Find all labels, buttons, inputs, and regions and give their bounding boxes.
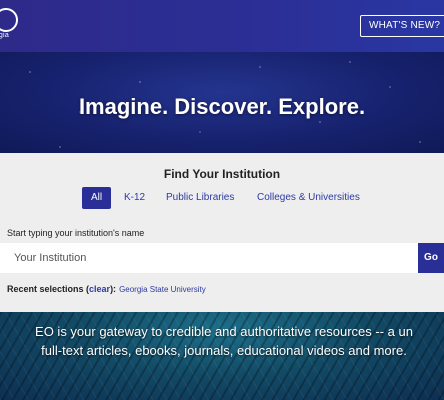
- finder-title: Find Your Institution: [163, 167, 281, 181]
- hero-banner: Imagine. Discover. Explore.: [0, 52, 444, 153]
- recent-label: Recent selections (: [7, 284, 90, 294]
- recent-selections: Recent selections (clear): Georgia State …: [7, 284, 206, 294]
- top-bar: orgia WHAT'S NEW?: [0, 0, 444, 52]
- tab-colleges-universities[interactable]: Colleges & Universities: [257, 187, 360, 209]
- description-line-2: full-text articles, ebooks, journals, ed…: [41, 343, 407, 358]
- institution-search-input[interactable]: [0, 243, 418, 273]
- clear-recent-link[interactable]: clear: [89, 284, 110, 294]
- institution-finder: Find Your Institution All K-12 Public Li…: [0, 153, 444, 312]
- description-line-1: EO is your gateway to credible and autho…: [35, 324, 413, 339]
- go-button[interactable]: Go: [418, 243, 444, 273]
- hero-tagline: Imagine. Discover. Explore.: [78, 94, 366, 119]
- description-text: EO is your gateway to credible and autho…: [0, 322, 444, 360]
- institution-input-label: Start typing your institution's name: [7, 228, 145, 238]
- galileo-logo[interactable]: orgia: [0, 8, 20, 44]
- logo-ring-icon: [0, 8, 18, 32]
- logo-subtitle: orgia: [0, 32, 10, 39]
- recent-item-link[interactable]: Georgia State University: [119, 285, 206, 294]
- recent-suffix: ):: [110, 284, 117, 294]
- tab-public-libraries[interactable]: Public Libraries: [166, 187, 234, 209]
- whats-new-button[interactable]: WHAT'S NEW?: [360, 15, 444, 37]
- globe-banner: EO is your gateway to credible and autho…: [0, 312, 444, 400]
- tab-k12[interactable]: K-12: [124, 187, 145, 209]
- tab-all[interactable]: All: [82, 187, 112, 209]
